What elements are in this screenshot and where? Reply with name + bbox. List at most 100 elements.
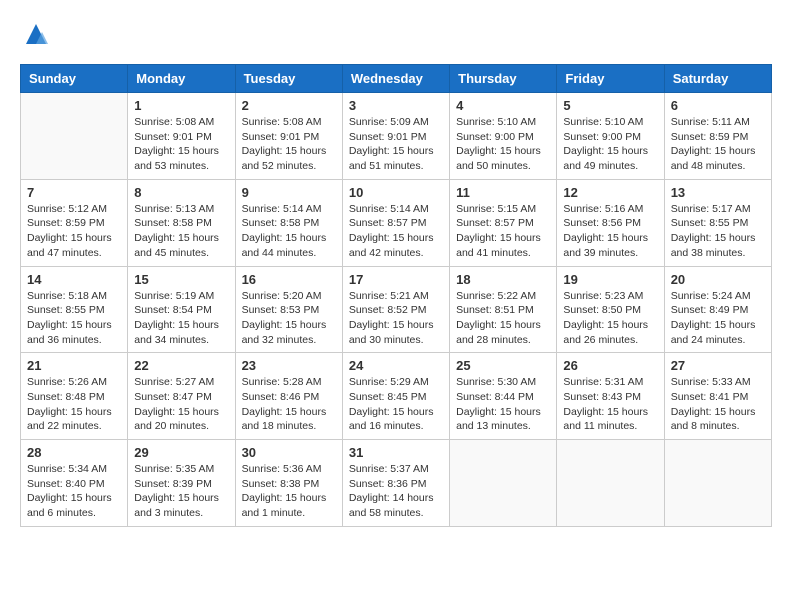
calendar-cell: 8Sunrise: 5:13 AM Sunset: 8:58 PM Daylig…	[128, 179, 235, 266]
day-info: Sunrise: 5:22 AM Sunset: 8:51 PM Dayligh…	[456, 289, 550, 348]
day-info: Sunrise: 5:20 AM Sunset: 8:53 PM Dayligh…	[242, 289, 336, 348]
calendar-table: SundayMondayTuesdayWednesdayThursdayFrid…	[20, 64, 772, 527]
calendar-cell: 18 Sunrise: 5:22 AM Sunset: 8:51 PM Dayli…	[450, 266, 557, 353]
page-header	[20, 20, 772, 48]
day-number: 18	[456, 272, 550, 287]
day-number: 6	[671, 98, 765, 113]
calendar-week-row: 21 Sunrise: 5:26 AM Sunset: 8:48 PM Dayli…	[21, 353, 772, 440]
day-info: Sunrise: 5:09 AM Sunset: 9:01 PM Dayligh…	[349, 115, 443, 174]
calendar-cell	[450, 440, 557, 527]
calendar-cell: 14 Sunrise: 5:18 AM Sunset: 8:55 PM Dayli…	[21, 266, 128, 353]
calendar-cell: 1 Sunrise: 5:08 AM Sunset: 9:01 PM Daylig…	[128, 93, 235, 180]
calendar-cell: 27 Sunrise: 5:33 AM Sunset: 8:41 PM Dayli…	[664, 353, 771, 440]
day-number: 3	[349, 98, 443, 113]
calendar-week-row: 14 Sunrise: 5:18 AM Sunset: 8:55 PM Dayli…	[21, 266, 772, 353]
day-info: Sunrise: 5:36 AM Sunset: 8:38 PM Dayligh…	[242, 462, 336, 521]
calendar-week-row: 28Sunrise: 5:34 AM Sunset: 8:40 PM Dayli…	[21, 440, 772, 527]
day-info: Sunrise: 5:14 AM Sunset: 8:58 PM Dayligh…	[242, 202, 336, 261]
day-number: 2	[242, 98, 336, 113]
calendar-cell: 11 Sunrise: 5:15 AM Sunset: 8:57 PM Dayli…	[450, 179, 557, 266]
day-number: 11	[456, 185, 550, 200]
day-info: Sunrise: 5:37 AM Sunset: 8:36 PM Dayligh…	[349, 462, 443, 521]
day-number: 1	[134, 98, 228, 113]
calendar-week-row: 1 Sunrise: 5:08 AM Sunset: 9:01 PM Daylig…	[21, 93, 772, 180]
weekday-header-friday: Friday	[557, 65, 664, 93]
day-info: Sunrise: 5:15 AM Sunset: 8:57 PM Dayligh…	[456, 202, 550, 261]
day-number: 8	[134, 185, 228, 200]
day-number: 16	[242, 272, 336, 287]
day-number: 28	[27, 445, 121, 460]
day-info: Sunrise: 5:23 AM Sunset: 8:50 PM Dayligh…	[563, 289, 657, 348]
calendar-cell: 2 Sunrise: 5:08 AM Sunset: 9:01 PM Daylig…	[235, 93, 342, 180]
day-number: 12	[563, 185, 657, 200]
calendar-cell: 3 Sunrise: 5:09 AM Sunset: 9:01 PM Daylig…	[342, 93, 449, 180]
day-info: Sunrise: 5:10 AM Sunset: 9:00 PM Dayligh…	[456, 115, 550, 174]
calendar-cell: 12 Sunrise: 5:16 AM Sunset: 8:56 PM Dayli…	[557, 179, 664, 266]
day-info: Sunrise: 5:14 AM Sunset: 8:57 PM Dayligh…	[349, 202, 443, 261]
calendar-cell: 13 Sunrise: 5:17 AM Sunset: 8:55 PM Dayli…	[664, 179, 771, 266]
day-info: Sunrise: 5:35 AM Sunset: 8:39 PM Dayligh…	[134, 462, 228, 521]
weekday-header-tuesday: Tuesday	[235, 65, 342, 93]
calendar-cell: 7 Sunrise: 5:12 AM Sunset: 8:59 PM Daylig…	[21, 179, 128, 266]
calendar-cell	[664, 440, 771, 527]
calendar-cell: 17 Sunrise: 5:21 AM Sunset: 8:52 PM Dayli…	[342, 266, 449, 353]
day-number: 27	[671, 358, 765, 373]
day-number: 20	[671, 272, 765, 287]
day-number: 10	[349, 185, 443, 200]
day-info: Sunrise: 5:08 AM Sunset: 9:01 PM Dayligh…	[134, 115, 228, 174]
calendar-header-row: SundayMondayTuesdayWednesdayThursdayFrid…	[21, 65, 772, 93]
day-number: 29	[134, 445, 228, 460]
day-info: Sunrise: 5:11 AM Sunset: 8:59 PM Dayligh…	[671, 115, 765, 174]
day-info: Sunrise: 5:21 AM Sunset: 8:52 PM Dayligh…	[349, 289, 443, 348]
calendar-cell: 5 Sunrise: 5:10 AM Sunset: 9:00 PM Daylig…	[557, 93, 664, 180]
day-number: 14	[27, 272, 121, 287]
calendar-cell: 25 Sunrise: 5:30 AM Sunset: 8:44 PM Dayli…	[450, 353, 557, 440]
calendar-cell: 26 Sunrise: 5:31 AM Sunset: 8:43 PM Dayli…	[557, 353, 664, 440]
calendar-week-row: 7 Sunrise: 5:12 AM Sunset: 8:59 PM Daylig…	[21, 179, 772, 266]
logo-icon	[22, 20, 50, 48]
day-info: Sunrise: 5:27 AM Sunset: 8:47 PM Dayligh…	[134, 375, 228, 434]
day-info: Sunrise: 5:26 AM Sunset: 8:48 PM Dayligh…	[27, 375, 121, 434]
calendar-cell: 4Sunrise: 5:10 AM Sunset: 9:00 PM Daylig…	[450, 93, 557, 180]
day-number: 19	[563, 272, 657, 287]
day-number: 21	[27, 358, 121, 373]
logo	[20, 20, 50, 48]
day-number: 24	[349, 358, 443, 373]
day-info: Sunrise: 5:33 AM Sunset: 8:41 PM Dayligh…	[671, 375, 765, 434]
weekday-header-sunday: Sunday	[21, 65, 128, 93]
calendar-cell: 19 Sunrise: 5:23 AM Sunset: 8:50 PM Dayli…	[557, 266, 664, 353]
day-info: Sunrise: 5:19 AM Sunset: 8:54 PM Dayligh…	[134, 289, 228, 348]
day-number: 26	[563, 358, 657, 373]
day-info: Sunrise: 5:10 AM Sunset: 9:00 PM Dayligh…	[563, 115, 657, 174]
weekday-header-saturday: Saturday	[664, 65, 771, 93]
calendar-cell: 23 Sunrise: 5:28 AM Sunset: 8:46 PM Dayli…	[235, 353, 342, 440]
day-number: 5	[563, 98, 657, 113]
day-number: 23	[242, 358, 336, 373]
calendar-cell: 6 Sunrise: 5:11 AM Sunset: 8:59 PM Daylig…	[664, 93, 771, 180]
day-info: Sunrise: 5:31 AM Sunset: 8:43 PM Dayligh…	[563, 375, 657, 434]
weekday-header-monday: Monday	[128, 65, 235, 93]
day-info: Sunrise: 5:17 AM Sunset: 8:55 PM Dayligh…	[671, 202, 765, 261]
day-number: 7	[27, 185, 121, 200]
calendar-cell: 20Sunrise: 5:24 AM Sunset: 8:49 PM Dayli…	[664, 266, 771, 353]
day-info: Sunrise: 5:16 AM Sunset: 8:56 PM Dayligh…	[563, 202, 657, 261]
day-number: 25	[456, 358, 550, 373]
calendar-cell: 29 Sunrise: 5:35 AM Sunset: 8:39 PM Dayli…	[128, 440, 235, 527]
day-info: Sunrise: 5:08 AM Sunset: 9:01 PM Dayligh…	[242, 115, 336, 174]
calendar-cell: 21 Sunrise: 5:26 AM Sunset: 8:48 PM Dayli…	[21, 353, 128, 440]
calendar-cell: 28Sunrise: 5:34 AM Sunset: 8:40 PM Dayli…	[21, 440, 128, 527]
day-number: 30	[242, 445, 336, 460]
day-info: Sunrise: 5:12 AM Sunset: 8:59 PM Dayligh…	[27, 202, 121, 261]
day-info: Sunrise: 5:30 AM Sunset: 8:44 PM Dayligh…	[456, 375, 550, 434]
calendar-cell: 15Sunrise: 5:19 AM Sunset: 8:54 PM Dayli…	[128, 266, 235, 353]
day-info: Sunrise: 5:28 AM Sunset: 8:46 PM Dayligh…	[242, 375, 336, 434]
calendar-cell: 22 Sunrise: 5:27 AM Sunset: 8:47 PM Dayli…	[128, 353, 235, 440]
day-number: 17	[349, 272, 443, 287]
day-number: 13	[671, 185, 765, 200]
calendar-cell: 31Sunrise: 5:37 AM Sunset: 8:36 PM Dayli…	[342, 440, 449, 527]
calendar-cell: 24Sunrise: 5:29 AM Sunset: 8:45 PM Dayli…	[342, 353, 449, 440]
calendar-cell	[557, 440, 664, 527]
day-number: 22	[134, 358, 228, 373]
day-info: Sunrise: 5:18 AM Sunset: 8:55 PM Dayligh…	[27, 289, 121, 348]
calendar-cell	[21, 93, 128, 180]
